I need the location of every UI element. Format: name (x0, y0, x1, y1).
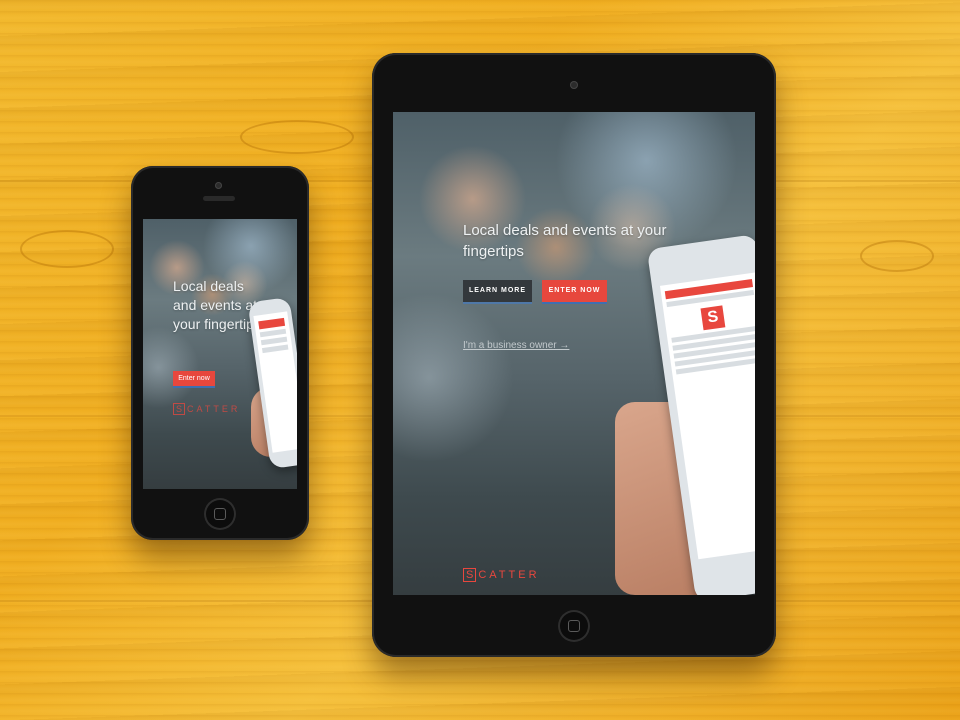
wood-knot (860, 240, 934, 272)
logo-wordmark: CATTER (187, 404, 241, 414)
home-button[interactable] (204, 498, 236, 530)
learn-more-button[interactable]: LEARN MORE (463, 280, 532, 304)
app-row (260, 336, 288, 346)
app-header-bar (258, 317, 286, 330)
logo-wordmark: CATTER (478, 569, 540, 581)
home-button[interactable] (558, 610, 590, 642)
enter-now-button[interactable]: ENTER NOW (542, 280, 607, 304)
front-camera (215, 182, 222, 189)
earpiece-speaker (203, 196, 235, 201)
business-owner-link[interactable]: I'm a business owner → (463, 340, 569, 351)
iphone-enter-now-button[interactable]: Enter now (173, 371, 215, 388)
iphone-device: Local deals and events at your fingertip… (131, 166, 309, 540)
front-camera (570, 81, 578, 89)
iphone-scatter-logo: S CATTER (173, 403, 240, 415)
iphone-screen: Local deals and events at your fingertip… (143, 219, 297, 489)
app-row (261, 344, 289, 354)
app-row (259, 328, 287, 338)
ipad-scatter-logo: S CATTER (463, 568, 540, 582)
logo-mark: S (173, 403, 186, 415)
app-logo-icon: S (700, 305, 726, 331)
ipad-screen: Local deals and events at your fingertip… (393, 112, 755, 595)
wood-knot (240, 120, 354, 154)
logo-mark: S (463, 568, 477, 582)
wood-knot (20, 230, 114, 268)
ipad-device: Local deals and events at your fingertip… (372, 53, 776, 657)
